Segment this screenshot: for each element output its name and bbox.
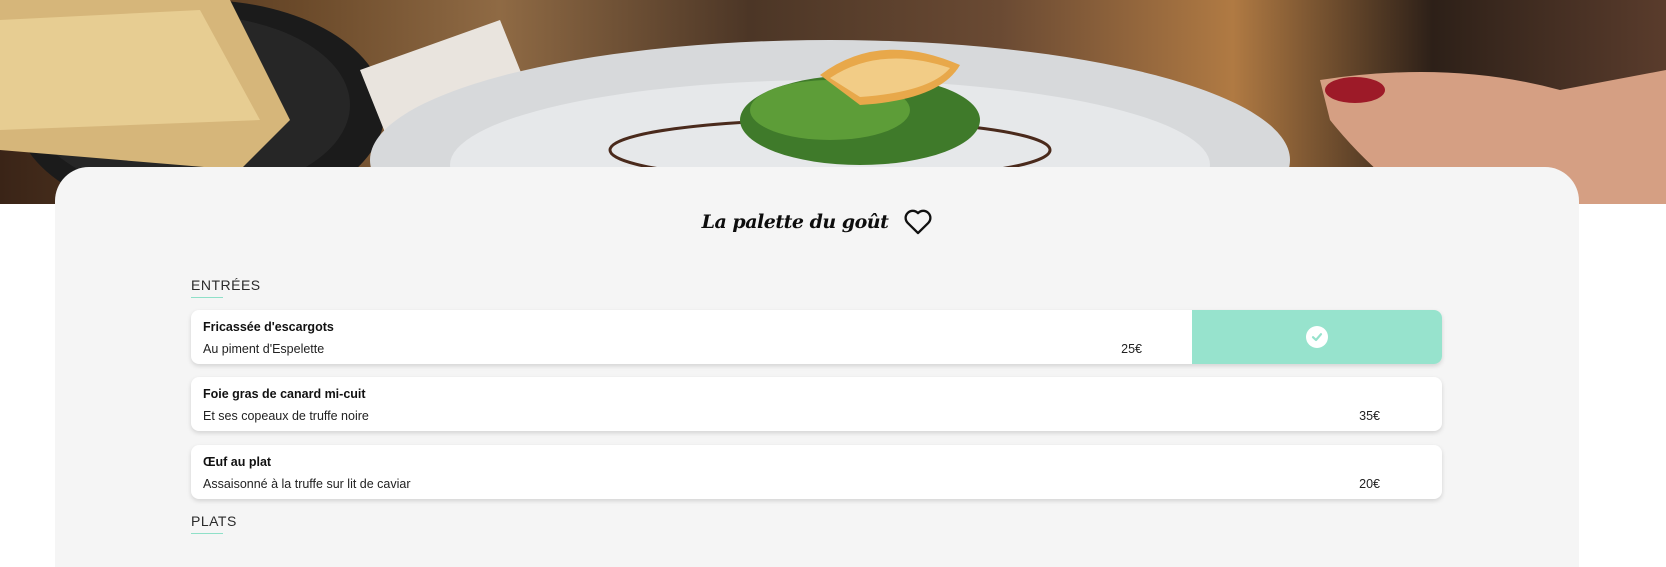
dish-card-oeuf[interactable]: Œuf au plat Assaisonné à la truffe sur l… <box>191 445 1442 499</box>
section-title-entrees: ENTRÉES <box>191 277 261 298</box>
dish-card-foie-gras[interactable]: Foie gras de canard mi-cuit Et ses copea… <box>191 377 1442 431</box>
dish-description: Assaisonné à la truffe sur lit de caviar <box>203 477 411 491</box>
selected-panel[interactable] <box>1192 310 1442 364</box>
section-title-plats: PLATS <box>191 513 237 534</box>
dish-card-fricassee[interactable]: Fricassée d'escargots Au piment d'Espele… <box>191 310 1442 364</box>
title-row: La palette du goût <box>55 209 1579 235</box>
menu-card: La palette du goût ENTRÉES Fricassée d'e… <box>55 167 1579 567</box>
dish-name: Foie gras de canard mi-cuit <box>203 387 366 401</box>
heart-outline-icon[interactable] <box>904 209 932 235</box>
dish-description: Et ses copeaux de truffe noire <box>203 409 369 423</box>
check-circle-icon <box>1306 326 1328 348</box>
dish-price: 20€ <box>1359 477 1380 491</box>
dish-description: Au piment d'Espelette <box>203 342 325 356</box>
dish-price: 25€ <box>1121 342 1142 356</box>
dish-price: 35€ <box>1359 409 1380 423</box>
dish-name: Œuf au plat <box>203 455 272 469</box>
restaurant-title: La palette du goût <box>701 211 889 233</box>
dish-name: Fricassée d'escargots <box>203 320 334 334</box>
